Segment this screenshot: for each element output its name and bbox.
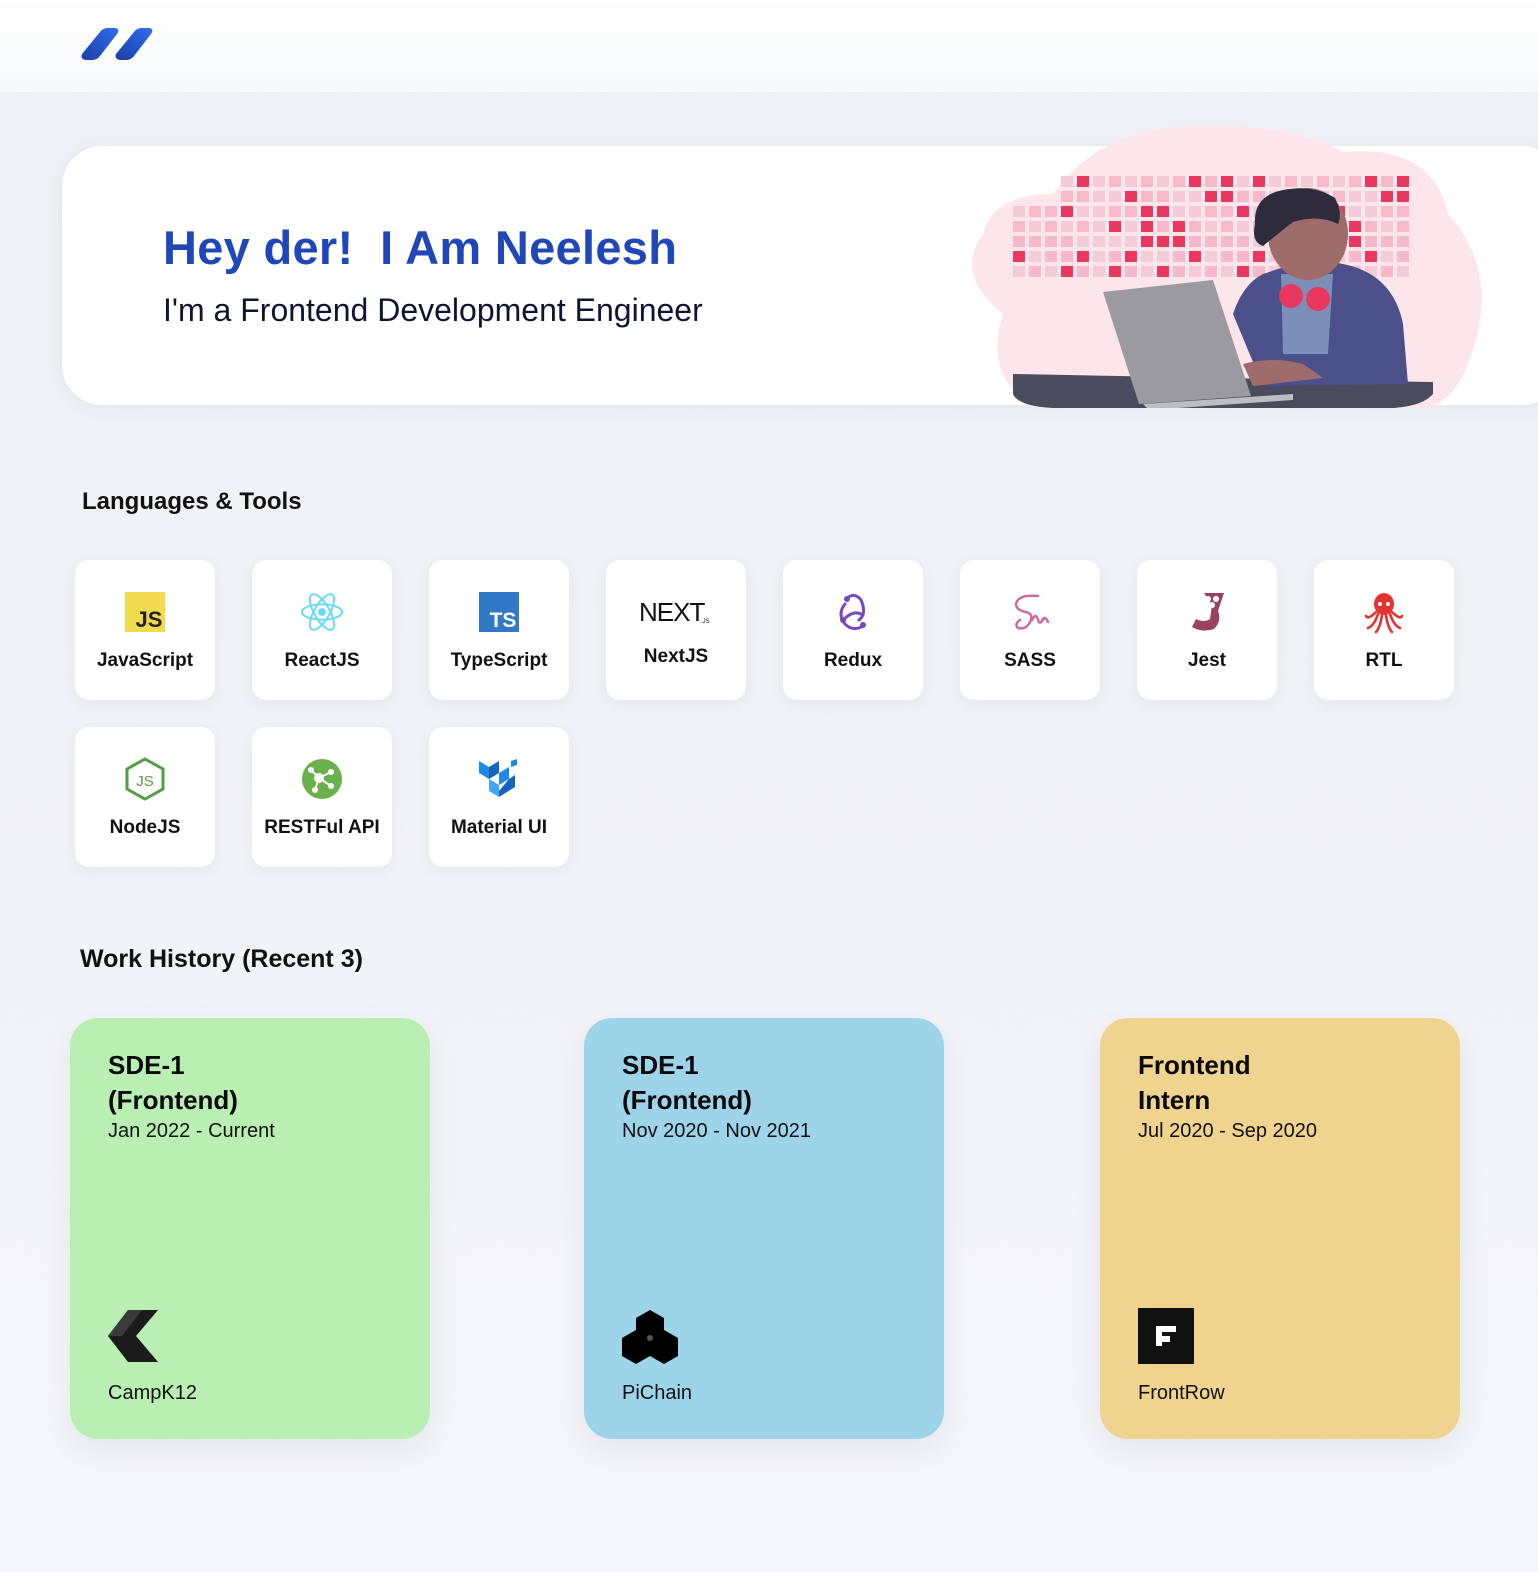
company-name: PiChain bbox=[622, 1382, 693, 1404]
skill-label: TypeScript bbox=[450, 650, 548, 671]
skill-sass[interactable]: SASS bbox=[960, 560, 1100, 700]
api-icon bbox=[300, 757, 344, 801]
next-wordmark: NEXT bbox=[639, 597, 705, 627]
ts-badge-text: TS bbox=[490, 609, 517, 632]
job-card[interactable]: Frontend Intern Jul 2020 - Sep 2020 Fron… bbox=[1100, 1018, 1460, 1439]
skill-nextjs[interactable]: NEXT .JS NextJS bbox=[606, 560, 746, 700]
company-name: FrontRow bbox=[1138, 1382, 1225, 1404]
pichain-logo bbox=[622, 1310, 678, 1364]
skill-restful-api[interactable]: RESTFul API bbox=[252, 727, 392, 867]
skill-label: Jest bbox=[1187, 650, 1227, 671]
job-card[interactable]: SDE-1 (Frontend) Jan 2022 - Current Camp… bbox=[70, 1018, 430, 1439]
skill-label: SASS bbox=[1004, 650, 1056, 671]
skill-label: RTL bbox=[1365, 650, 1403, 671]
job-dates: Jul 2020 - Sep 2020 bbox=[1138, 1120, 1318, 1142]
job-dates: Nov 2020 - Nov 2021 bbox=[622, 1120, 812, 1142]
redux-icon bbox=[831, 590, 875, 634]
skill-label: Material UI bbox=[450, 817, 548, 838]
javascript-icon: JS bbox=[123, 590, 167, 634]
company-name: CampK12 bbox=[108, 1382, 197, 1404]
job-dates: Jan 2022 - Current bbox=[108, 1120, 275, 1142]
job-card[interactable]: SDE-1 (Frontend) Nov 2020 - Nov 2021 PiC… bbox=[584, 1018, 944, 1439]
skill-javascript[interactable]: JS JavaScript bbox=[75, 560, 215, 700]
jest-icon bbox=[1185, 590, 1229, 634]
skill-rtl[interactable]: RTL bbox=[1314, 560, 1454, 700]
site-logo[interactable] bbox=[80, 24, 156, 64]
work-heading: Work History (Recent 3) bbox=[80, 945, 363, 973]
node-badge-text: JS bbox=[136, 773, 154, 790]
skill-material-ui[interactable]: Material UI bbox=[429, 727, 569, 867]
hero-subtitle: I'm a Frontend Development Engineer bbox=[163, 292, 703, 328]
skill-react[interactable]: ReactJS bbox=[252, 560, 392, 700]
nodejs-icon: JS bbox=[123, 757, 167, 801]
skill-nodejs[interactable]: JS NodeJS bbox=[75, 727, 215, 867]
campk12-logo bbox=[108, 1310, 158, 1362]
octopus-icon bbox=[1362, 590, 1406, 634]
next-wordmark-sub: .JS bbox=[701, 619, 710, 625]
skill-redux[interactable]: Redux bbox=[783, 560, 923, 700]
skill-label: ReactJS bbox=[284, 650, 360, 671]
job-role: SDE-1 (Frontend) bbox=[622, 1050, 752, 1115]
skill-label: NextJS bbox=[643, 646, 709, 667]
job-role: Frontend Intern bbox=[1138, 1050, 1251, 1115]
skill-label: Redux bbox=[823, 650, 883, 671]
skill-typescript[interactable]: TS TypeScript bbox=[429, 560, 569, 700]
typescript-icon: TS bbox=[477, 590, 521, 634]
top-bar bbox=[0, 0, 1538, 92]
skill-label: RESTFul API bbox=[264, 817, 380, 838]
skills-heading: Languages & Tools bbox=[82, 488, 302, 515]
skill-label: JavaScript bbox=[96, 650, 194, 671]
skill-label: NodeJS bbox=[109, 817, 181, 838]
developer-illustration bbox=[971, 125, 1482, 408]
js-badge-text: JS bbox=[136, 607, 163, 632]
nextjs-icon: NEXT .JS bbox=[636, 590, 716, 634]
hero-title: Hey der! I Am Neelesh bbox=[163, 221, 678, 274]
frontrow-logo bbox=[1138, 1308, 1194, 1364]
sass-icon bbox=[1008, 590, 1052, 634]
job-role: SDE-1 (Frontend) bbox=[108, 1050, 238, 1115]
skill-jest[interactable]: Jest bbox=[1137, 560, 1277, 700]
material-ui-icon bbox=[477, 757, 521, 801]
react-icon bbox=[300, 590, 344, 634]
